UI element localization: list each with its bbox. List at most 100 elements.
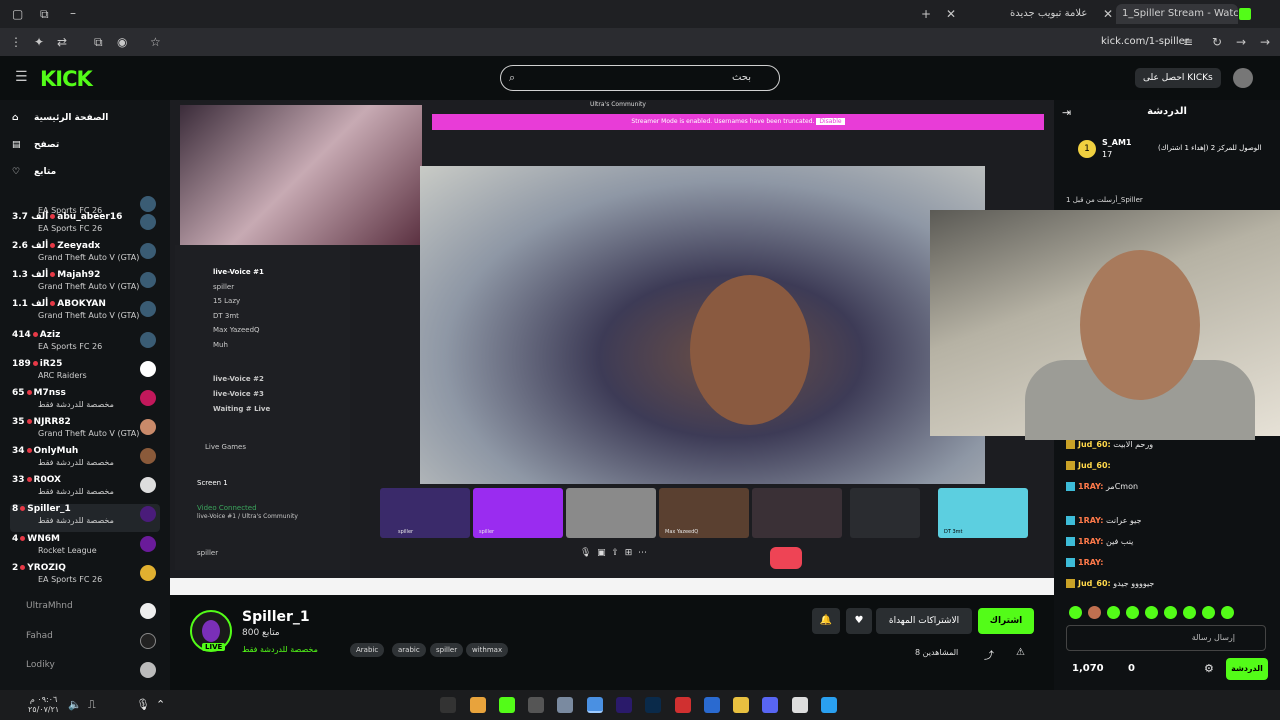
channel-viewers-name: 33 R0OX <box>12 475 61 485</box>
windows-start-icon[interactable] <box>821 697 837 713</box>
nav-browse[interactable]: ▤ تصفح <box>12 140 59 150</box>
minimize-icon[interactable]: – <box>70 6 76 20</box>
tag[interactable]: withmax <box>466 643 509 657</box>
participant-thumb[interactable] <box>752 488 842 538</box>
premiere-app-icon[interactable] <box>616 697 632 713</box>
forward-icon[interactable]: → <box>1236 35 1246 49</box>
streamer-name[interactable]: Spiller_1 <box>242 609 310 625</box>
tag[interactable]: spiller <box>430 643 464 657</box>
tab-icon[interactable]: ⧉ <box>94 35 103 49</box>
sidebar-channel[interactable]: 65 M7nss مخصصة للدردشة فقط <box>10 388 160 416</box>
participant-thumb[interactable]: spiller <box>380 488 470 538</box>
channel-avatar <box>140 536 156 552</box>
participant-thumb[interactable]: spiller <box>473 488 563 538</box>
stream-player[interactable]: Streamer Mode is enabled. Usernames have… <box>170 100 1054 595</box>
outlook-app-icon[interactable] <box>704 697 720 713</box>
more-icon[interactable]: ⋯ <box>638 548 647 558</box>
reload-icon[interactable]: ↻ <box>1212 35 1222 49</box>
extension-icon[interactable]: ✦ <box>34 35 44 49</box>
chrome-app-icon[interactable] <box>587 697 603 713</box>
url-bar[interactable]: kick.com/1-spiller <box>1101 36 1189 47</box>
sidebar-channel-offline[interactable]: UltraMhnd <box>10 601 160 629</box>
tab-new[interactable]: علامة تبويب جديدة <box>1010 4 1090 24</box>
channel-viewers-name: 1.1 ألف ABOKYAN <box>12 299 106 309</box>
channel-viewers-name: 1.3 ألف Majah92 <box>12 270 101 280</box>
channel-avatar <box>140 448 156 464</box>
network-icon[interactable]: ⎍ <box>88 698 96 712</box>
chat-input[interactable]: إرسال رسالة <box>1066 625 1266 651</box>
camera-off-thumb[interactable] <box>850 488 920 538</box>
gift-subs-button[interactable]: الاشتراكات المهداة <box>876 608 972 634</box>
get-kicks-button[interactable]: احصل على KICKs <box>1135 68 1221 88</box>
report-icon[interactable]: ⚠ <box>1016 647 1025 658</box>
close-active-tab-icon[interactable]: ✕ <box>1103 7 1113 21</box>
emote-row[interactable] <box>1069 604 1269 619</box>
app-icon[interactable] <box>470 697 486 713</box>
folder-app-icon[interactable] <box>733 697 749 713</box>
tab-active[interactable]: 1_Spiller Stream - Watch Live o <box>1116 4 1238 24</box>
back-icon[interactable]: → <box>1260 35 1270 49</box>
category-link[interactable]: مخصصة للدردشة فقط <box>242 645 318 654</box>
sidebar-channel[interactable]: 414 Aziz EA Sports FC 26 <box>10 330 160 358</box>
store-app-icon[interactable] <box>792 697 808 713</box>
camera-icon[interactable]: ▣ <box>597 548 606 558</box>
sidebar-channel[interactable]: 4 WN6M Rocket League <box>10 534 160 562</box>
sidebar-channel[interactable]: 33 R0OX مخصصة للدردشة فقط <box>10 475 160 503</box>
share-icon[interactable]: ⇪ <box>611 548 619 558</box>
activity-icon[interactable]: ⊞ <box>625 548 633 558</box>
sidebar-channel-selected[interactable]: 8 Spiller_1 مخصصة للدردشة فقط <box>10 504 160 532</box>
kick-favicon-icon <box>1239 8 1251 20</box>
sidebar-channel[interactable]: 2 YROZIQ EA Sports FC 26 <box>10 563 160 591</box>
discord-app-icon[interactable] <box>762 697 778 713</box>
speaker-icon[interactable]: 🔈 <box>68 698 82 711</box>
user-avatar[interactable] <box>1233 68 1253 88</box>
follow-heart-button[interactable]: ♥ <box>846 608 872 634</box>
audio-icon[interactable]: ◉ <box>117 35 127 49</box>
channel-avatar <box>140 633 156 649</box>
chat-send-button[interactable]: الدردشة <box>1226 658 1268 680</box>
nav-home[interactable]: ⌂ الصفحة الرئيسية <box>12 113 108 123</box>
mic-icon[interactable]: 🎙 <box>580 548 591 558</box>
window-icon[interactable]: ▢ <box>12 7 23 21</box>
search-input[interactable]: ⌕ بحث <box>500 65 780 91</box>
participant-thumb[interactable]: Max YazeedQ <box>659 488 749 538</box>
subscribe-button[interactable]: اشتراك <box>978 608 1034 634</box>
photoshop-app-icon[interactable] <box>645 697 661 713</box>
sidebar-channel[interactable]: 35 NJRR82 Grand Theft Auto V (GTA) <box>10 417 160 445</box>
notification-bell-button[interactable]: 🔔 <box>812 608 840 634</box>
sidebar-channel[interactable]: 34 OnlyMuh مخصصة للدردشة فقط <box>10 446 160 474</box>
sidebar-channel[interactable]: 2.6 ألف Zeeyadx Grand Theft Auto V (GTA) <box>10 241 160 269</box>
sidebar-channel-offline[interactable]: Fahad <box>10 631 160 659</box>
tag[interactable]: Arabic <box>350 643 385 657</box>
disable-button[interactable]: Disable <box>816 118 845 125</box>
translate-icon[interactable]: ⇄ <box>57 35 67 49</box>
share-icon[interactable]: ⤴ <box>984 647 994 662</box>
sidebar-channel[interactable]: 3.7 ألف abu_abeer16 EA Sports FC 26 <box>10 212 160 240</box>
tray-chevron-icon[interactable]: ⌃ <box>156 698 165 711</box>
mic-tray-icon[interactable]: 🎙 <box>136 698 150 711</box>
sidebar-channel[interactable]: 189 iR25 ARC Raiders <box>10 359 160 387</box>
menu-dots-icon[interactable]: ⋮ <box>10 35 22 49</box>
settings-app-icon[interactable] <box>557 697 573 713</box>
end-call-button[interactable] <box>770 547 802 569</box>
participant-thumb[interactable]: DT 3mt <box>938 488 1028 538</box>
sidebar-channel[interactable]: 1.1 ألف ABOKYAN Grand Theft Auto V (GTA) <box>10 299 160 327</box>
close-tab-icon[interactable]: ✕ <box>946 7 956 21</box>
app-icon[interactable] <box>440 697 456 713</box>
sidebar-channel[interactable]: 1.3 ألف Majah92 Grand Theft Auto V (GTA) <box>10 270 160 298</box>
tag[interactable]: arabic <box>392 643 426 657</box>
nav-following[interactable]: ♡ متابع <box>12 167 56 177</box>
bookmark-star-icon[interactable]: ☆ <box>150 35 161 49</box>
reader-icon[interactable]: ≡ <box>1183 35 1193 49</box>
tab-search-icon[interactable]: ⧉ <box>40 7 49 21</box>
kick-logo[interactable]: KICK <box>40 67 93 91</box>
settings-gear-icon[interactable]: ⚙ <box>1204 662 1214 675</box>
kick-app-icon[interactable] <box>499 697 515 713</box>
new-tab-icon[interactable]: + <box>921 7 931 21</box>
browser-toolbar: ⋮ ✦ ⇄ ⧉ ◉ ☆ kick.com/1-spiller ≡ ↻ → → <box>0 28 1280 56</box>
participant-thumb[interactable] <box>566 488 656 538</box>
hamburger-menu-icon[interactable]: ☰ <box>15 70 28 84</box>
app-icon[interactable] <box>675 697 691 713</box>
sidebar-channel-offline[interactable]: Lodiky <box>10 660 160 688</box>
app-icon[interactable] <box>528 697 544 713</box>
